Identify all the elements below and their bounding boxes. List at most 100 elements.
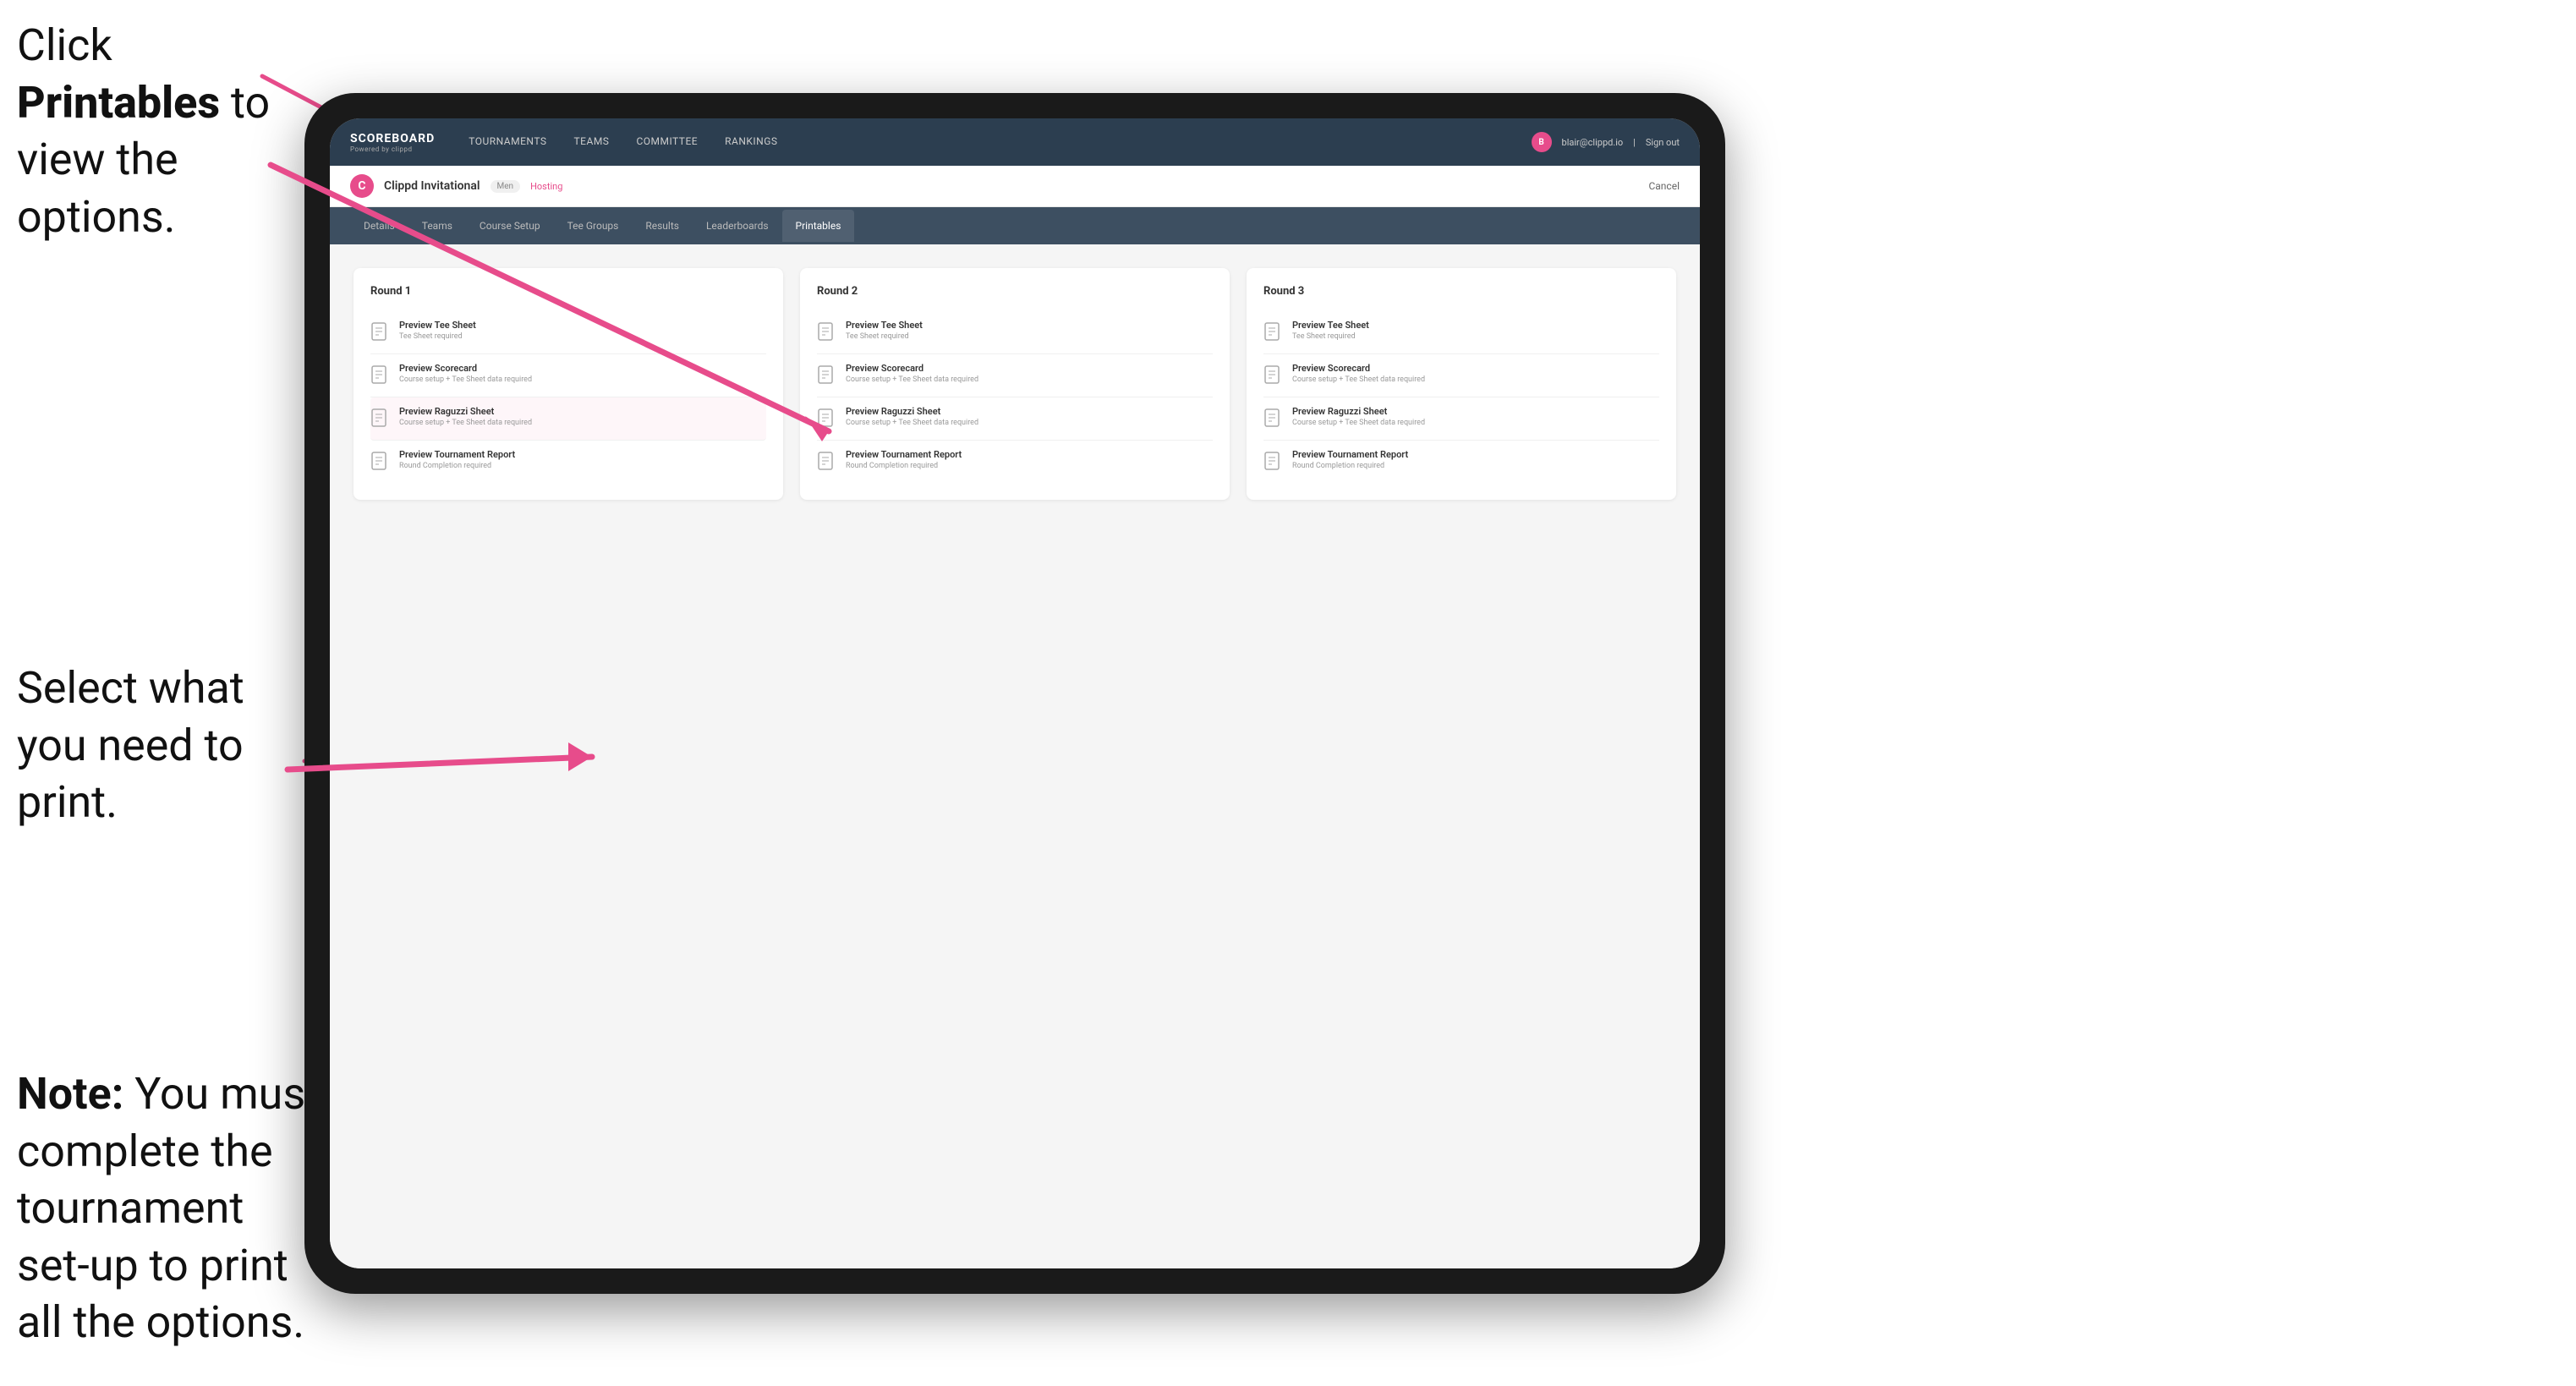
round-2-scorecard-title: Preview Scorecard bbox=[846, 363, 978, 374]
round-1-raguzzi-subtitle: Course setup + Tee Sheet data required bbox=[399, 419, 532, 427]
annotation-top: Click Printables to view the options. bbox=[17, 17, 288, 245]
tournament-icon: C bbox=[350, 174, 374, 198]
print-r2-tee-sheet-icon bbox=[817, 321, 837, 345]
round-2-scorecard-content: Preview Scorecard Course setup + Tee She… bbox=[846, 363, 978, 384]
tab-results[interactable]: Results bbox=[632, 210, 693, 242]
round-2-tee-sheet-title: Preview Tee Sheet bbox=[846, 320, 923, 331]
tab-details[interactable]: Details bbox=[350, 210, 408, 242]
round-3-tournament-report-content: Preview Tournament Report Round Completi… bbox=[1292, 449, 1408, 470]
round-1-tournament-report[interactable]: Preview Tournament Report Round Completi… bbox=[370, 441, 766, 483]
round-3-tournament-report-title: Preview Tournament Report bbox=[1292, 449, 1408, 460]
round-1-raguzzi-content: Preview Raguzzi Sheet Course setup + Tee… bbox=[399, 406, 532, 427]
round-1-tee-sheet[interactable]: Preview Tee Sheet Tee Sheet required bbox=[370, 311, 766, 354]
round-2-tee-sheet-content: Preview Tee Sheet Tee Sheet required bbox=[846, 320, 923, 341]
print-scorecard-icon bbox=[370, 364, 391, 388]
cancel-button[interactable]: Cancel bbox=[1648, 180, 1680, 192]
round-1-raguzzi-title: Preview Raguzzi Sheet bbox=[399, 406, 532, 417]
round-1-tournament-report-subtitle: Round Completion required bbox=[399, 462, 515, 470]
tournament-name: Clippd Invitational bbox=[384, 179, 480, 193]
tab-teams[interactable]: Teams bbox=[408, 210, 466, 242]
round-2-raguzzi-subtitle: Course setup + Tee Sheet data required bbox=[846, 419, 978, 427]
tournament-title-area: C Clippd Invitational Men Hosting bbox=[350, 174, 562, 198]
annotation-bottom: Note: You must complete the tournament s… bbox=[17, 1066, 321, 1351]
round-3-raguzzi-content: Preview Raguzzi Sheet Course setup + Tee… bbox=[1292, 406, 1425, 427]
tournament-header: C Clippd Invitational Men Hosting Cancel bbox=[330, 166, 1700, 207]
nav-teams[interactable]: TEAMS bbox=[574, 132, 610, 152]
round-3-tee-sheet[interactable]: Preview Tee Sheet Tee Sheet required bbox=[1263, 311, 1659, 354]
print-r3-scorecard-icon bbox=[1263, 364, 1284, 388]
annotation-middle: Select what you need to print. bbox=[17, 660, 288, 831]
round-2-tee-sheet[interactable]: Preview Tee Sheet Tee Sheet required bbox=[817, 311, 1213, 354]
scoreboard-logo: SCOREBOARD Powered by clippd bbox=[350, 132, 435, 153]
tab-bar: Details Teams Course Setup Tee Groups Re… bbox=[330, 207, 1700, 244]
round-2-tournament-report[interactable]: Preview Tournament Report Round Completi… bbox=[817, 441, 1213, 483]
round-2-tournament-report-title: Preview Tournament Report bbox=[846, 449, 962, 460]
top-nav: SCOREBOARD Powered by clippd TOURNAMENTS… bbox=[330, 118, 1700, 166]
print-r2-tournament-report-icon bbox=[817, 451, 837, 474]
round-2-raguzzi-title: Preview Raguzzi Sheet bbox=[846, 406, 978, 417]
print-r2-scorecard-icon bbox=[817, 364, 837, 388]
round-1-tee-sheet-subtitle: Tee Sheet required bbox=[399, 332, 476, 341]
tablet-screen: SCOREBOARD Powered by clippd TOURNAMENTS… bbox=[330, 118, 1700, 1268]
round-3-tournament-report[interactable]: Preview Tournament Report Round Completi… bbox=[1263, 441, 1659, 483]
user-avatar: B bbox=[1532, 132, 1552, 152]
printables-bold: Printables bbox=[17, 77, 220, 129]
round-1-tee-sheet-content: Preview Tee Sheet Tee Sheet required bbox=[399, 320, 476, 341]
tab-tee-groups[interactable]: Tee Groups bbox=[554, 210, 633, 242]
nav-tournaments[interactable]: TOURNAMENTS bbox=[469, 132, 546, 152]
round-2-tournament-report-subtitle: Round Completion required bbox=[846, 462, 962, 470]
round-3-title: Round 3 bbox=[1263, 285, 1659, 298]
tab-leaderboards[interactable]: Leaderboards bbox=[693, 210, 782, 242]
round-3-scorecard-title: Preview Scorecard bbox=[1292, 363, 1425, 374]
print-r2-raguzzi-icon bbox=[817, 408, 837, 431]
round-2-section: Round 2 Preview Tee Sheet Tee Sheet requ… bbox=[800, 268, 1230, 500]
round-2-scorecard[interactable]: Preview Scorecard Course setup + Tee She… bbox=[817, 354, 1213, 397]
hosting-badge: Hosting bbox=[530, 181, 562, 192]
round-3-scorecard-subtitle: Course setup + Tee Sheet data required bbox=[1292, 375, 1425, 384]
nav-links: TOURNAMENTS TEAMS COMMITTEE RANKINGS bbox=[469, 132, 1531, 152]
print-tee-sheet-icon bbox=[370, 321, 391, 345]
print-tournament-report-icon bbox=[370, 451, 391, 474]
round-1-title: Round 1 bbox=[370, 285, 766, 298]
nav-committee[interactable]: COMMITTEE bbox=[636, 132, 698, 152]
user-initial: B bbox=[1538, 138, 1543, 147]
round-3-scorecard[interactable]: Preview Scorecard Course setup + Tee She… bbox=[1263, 354, 1659, 397]
tab-printables[interactable]: Printables bbox=[782, 210, 855, 242]
user-email: blair@clippd.io bbox=[1562, 137, 1624, 148]
round-3-section: Round 3 Preview Tee Sheet Tee Sheet requ… bbox=[1247, 268, 1676, 500]
round-3-raguzzi-title: Preview Raguzzi Sheet bbox=[1292, 406, 1425, 417]
round-3-tee-sheet-subtitle: Tee Sheet required bbox=[1292, 332, 1369, 341]
round-3-tee-sheet-title: Preview Tee Sheet bbox=[1292, 320, 1369, 331]
round-2-raguzzi-content: Preview Raguzzi Sheet Course setup + Tee… bbox=[846, 406, 978, 427]
round-1-tournament-report-title: Preview Tournament Report bbox=[399, 449, 515, 460]
round-1-scorecard-title: Preview Scorecard bbox=[399, 363, 532, 374]
round-3-tournament-report-subtitle: Round Completion required bbox=[1292, 462, 1408, 470]
print-r3-tee-sheet-icon bbox=[1263, 321, 1284, 345]
annotation-middle-text: Select what you need to print. bbox=[17, 662, 244, 828]
pipe-separator: | bbox=[1633, 137, 1636, 148]
round-3-scorecard-content: Preview Scorecard Course setup + Tee She… bbox=[1292, 363, 1425, 384]
main-content: Round 1 Preview Tee Sheet Tee Sheet requ… bbox=[330, 244, 1700, 1268]
tab-course-setup[interactable]: Course Setup bbox=[466, 210, 554, 242]
nav-right: B blair@clippd.io | Sign out bbox=[1532, 132, 1680, 152]
print-r3-tournament-report-icon bbox=[1263, 451, 1284, 474]
round-1-tee-sheet-title: Preview Tee Sheet bbox=[399, 320, 476, 331]
print-raguzzi-icon bbox=[370, 408, 391, 431]
sign-out-link[interactable]: Sign out bbox=[1646, 137, 1680, 148]
round-1-raguzzi[interactable]: Preview Raguzzi Sheet Course setup + Tee… bbox=[370, 397, 766, 441]
round-2-tee-sheet-subtitle: Tee Sheet required bbox=[846, 332, 923, 341]
note-bold: Note: bbox=[17, 1068, 123, 1120]
round-1-scorecard-subtitle: Course setup + Tee Sheet data required bbox=[399, 375, 532, 384]
round-3-raguzzi-subtitle: Course setup + Tee Sheet data required bbox=[1292, 419, 1425, 427]
round-3-raguzzi[interactable]: Preview Raguzzi Sheet Course setup + Tee… bbox=[1263, 397, 1659, 441]
round-2-title: Round 2 bbox=[817, 285, 1213, 298]
round-2-raguzzi[interactable]: Preview Raguzzi Sheet Course setup + Tee… bbox=[817, 397, 1213, 441]
nav-rankings[interactable]: RANKINGS bbox=[725, 132, 777, 152]
round-1-scorecard-content: Preview Scorecard Course setup + Tee She… bbox=[399, 363, 532, 384]
print-r3-raguzzi-icon bbox=[1263, 408, 1284, 431]
round-2-tournament-report-content: Preview Tournament Report Round Completi… bbox=[846, 449, 962, 470]
round-1-tournament-report-content: Preview Tournament Report Round Completi… bbox=[399, 449, 515, 470]
logo-subtitle: Powered by clippd bbox=[350, 145, 435, 153]
round-1-scorecard[interactable]: Preview Scorecard Course setup + Tee She… bbox=[370, 354, 766, 397]
tablet: SCOREBOARD Powered by clippd TOURNAMENTS… bbox=[304, 93, 1725, 1294]
